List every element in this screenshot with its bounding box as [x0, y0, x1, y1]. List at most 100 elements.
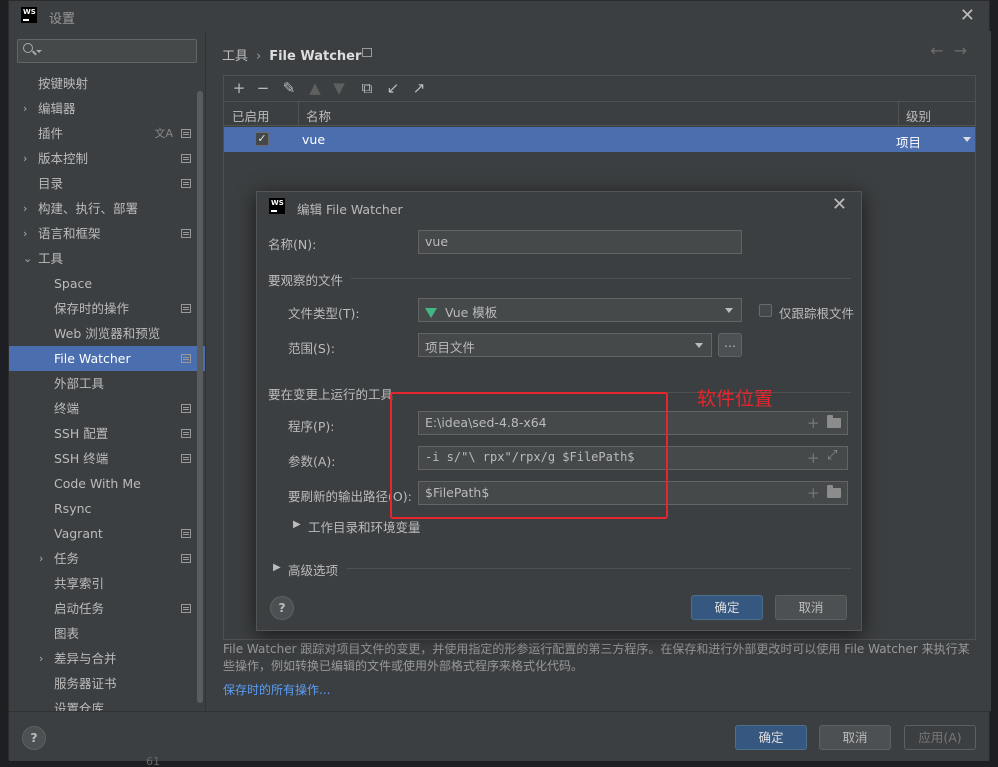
chevron-down-icon[interactable]: ⌄ [23, 246, 32, 271]
sidebar-item[interactable]: Space [9, 271, 205, 296]
ok-button[interactable]: 确定 [691, 595, 763, 620]
project-scope-icon [181, 604, 191, 613]
save-actions-link[interactable]: 保存时的所有操作... [223, 681, 330, 698]
close-icon[interactable]: ✕ [960, 5, 975, 26]
help-button[interactable]: ? [270, 596, 294, 620]
chevron-right-icon[interactable]: › [23, 146, 27, 171]
forward-arrow-icon[interactable]: → [954, 41, 977, 60]
sidebar-item-label: 按键映射 [38, 76, 89, 91]
scope-more-button[interactable]: ... [718, 333, 742, 357]
move-down-icon[interactable]: ▼ [330, 79, 348, 97]
navigation-arrows: ←→ [930, 41, 977, 60]
section-divider [351, 278, 851, 279]
folder-icon[interactable] [827, 415, 841, 428]
sidebar-item[interactable]: 共享索引 [9, 571, 205, 596]
apply-button[interactable]: 应用(A) [904, 725, 976, 750]
filetype-select[interactable]: Vue 模板 [418, 298, 742, 322]
add-icon[interactable]: + [230, 79, 248, 97]
plus-icon[interactable]: + [807, 484, 820, 502]
sidebar-item-label: 编辑器 [38, 101, 76, 116]
close-icon[interactable]: ✕ [832, 194, 847, 215]
chevron-right-icon[interactable]: › [39, 646, 43, 671]
expand-icon[interactable]: ⤢ [827, 448, 837, 463]
sidebar-item[interactable]: SSH 终端 [9, 446, 205, 471]
description-text: File Watcher 跟踪对项目文件的变更，并使用指定的形参运行配置的第三方… [223, 642, 970, 673]
project-scope-icon [181, 229, 191, 238]
expand-arrow-icon[interactable]: ▶ [293, 519, 301, 530]
sidebar-item-label: SSH 终端 [54, 451, 109, 466]
move-up-icon[interactable]: ▲ [306, 79, 324, 97]
sidebar-item[interactable]: 外部工具 [9, 371, 205, 396]
table-row[interactable]: ✓ vue 项目 [224, 127, 975, 152]
sidebar-item[interactable]: › 任务 [9, 546, 205, 571]
sidebar-item-label: 启动任务 [54, 601, 105, 616]
scope-select[interactable]: 项目文件 [418, 333, 712, 357]
search-input[interactable] [17, 39, 197, 63]
chevron-down-icon[interactable] [963, 137, 971, 142]
sidebar-item[interactable]: › 差异与合并 [9, 646, 205, 671]
chevron-right-icon[interactable]: › [23, 221, 27, 246]
enabled-checkbox[interactable]: ✓ [255, 132, 269, 146]
column-name[interactable]: 名称 [306, 106, 331, 125]
track-root-checkbox[interactable] [759, 304, 772, 317]
sidebar-item[interactable]: 图表 [9, 621, 205, 646]
workdir-env-toggle[interactable]: 工作目录和环境变量 [308, 517, 421, 536]
program-label: 程序(P): [288, 419, 335, 434]
project-scope-icon [181, 354, 191, 363]
sidebar-item[interactable]: › 版本控制 [9, 146, 205, 171]
sidebar-item[interactable]: File Watcher [9, 346, 205, 371]
table-header: 已启用 名称 级别 [224, 102, 975, 126]
sidebar-item[interactable]: › 构建、执行、部署 [9, 196, 205, 221]
import-icon[interactable]: ↙ [384, 79, 402, 97]
column-level[interactable]: 级别 [906, 106, 931, 125]
track-root-label[interactable]: 仅跟踪根文件 [779, 303, 854, 322]
sidebar-scrollbar[interactable] [197, 91, 203, 703]
breadcrumb-parent[interactable]: 工具 [222, 49, 248, 64]
sidebar-item[interactable]: 服务器证书 [9, 671, 205, 696]
sidebar-item[interactable]: 插件 文A [9, 121, 205, 146]
sidebar-item[interactable]: Vagrant [9, 521, 205, 546]
folder-icon[interactable] [827, 485, 841, 498]
sidebar-item[interactable]: Code With Me [9, 471, 205, 496]
sidebar-item[interactable]: SSH 配置 [9, 421, 205, 446]
cancel-button[interactable]: 取消 [819, 725, 891, 750]
sidebar-item[interactable]: 设置仓库 [9, 696, 205, 711]
sidebar-item-label: 终端 [54, 401, 80, 416]
sidebar-item[interactable]: Rsync [9, 496, 205, 521]
back-arrow-icon[interactable]: ← [930, 41, 953, 60]
expand-arrow-icon[interactable]: ▶ [273, 562, 281, 573]
sidebar-item[interactable]: 按键映射 [9, 71, 205, 96]
watcher-name: vue [302, 132, 326, 147]
project-scope-icon [181, 154, 191, 163]
sidebar-item[interactable]: ⌄ 工具 [9, 246, 205, 271]
chevron-right-icon[interactable]: › [23, 96, 27, 121]
help-button[interactable]: ? [22, 726, 46, 750]
sidebar-item[interactable]: 启动任务 [9, 596, 205, 621]
chevron-right-icon[interactable]: › [39, 546, 43, 571]
copy-icon[interactable]: ⧉ [358, 79, 376, 97]
sidebar-item[interactable]: 目录 [9, 171, 205, 196]
scope-label: 范围(S): [288, 341, 335, 356]
column-enabled[interactable]: 已启用 [232, 106, 270, 125]
filetype-value: Vue 模板 [445, 305, 498, 320]
sidebar-item[interactable]: 保存时的操作 [9, 296, 205, 321]
breadcrumb: 工具 › File Watcher [222, 45, 361, 64]
cancel-button[interactable]: 取消 [775, 595, 847, 620]
advanced-options-toggle[interactable]: 高级选项 [288, 560, 338, 579]
sidebar-item[interactable]: Web 浏览器和预览 [9, 321, 205, 346]
sidebar-item[interactable]: › 编辑器 [9, 96, 205, 121]
edit-icon[interactable]: ✎ [280, 79, 298, 97]
plus-icon[interactable]: + [807, 449, 820, 467]
ok-button[interactable]: 确定 [735, 725, 807, 750]
export-icon[interactable]: ↗ [410, 79, 428, 97]
chevron-right-icon[interactable]: › [23, 196, 27, 221]
sidebar-item[interactable]: 终端 [9, 396, 205, 421]
watcher-level[interactable]: 项目 [896, 132, 921, 151]
sidebar-item[interactable]: › 语言和框架 [9, 221, 205, 246]
sidebar-item-label: 图表 [54, 626, 80, 641]
name-field[interactable]: vue [418, 230, 742, 254]
plus-icon[interactable]: + [807, 414, 820, 432]
sidebar-item-label: 共享索引 [54, 576, 105, 591]
search-dropdown-icon[interactable] [36, 50, 42, 53]
remove-icon[interactable]: − [254, 79, 272, 97]
